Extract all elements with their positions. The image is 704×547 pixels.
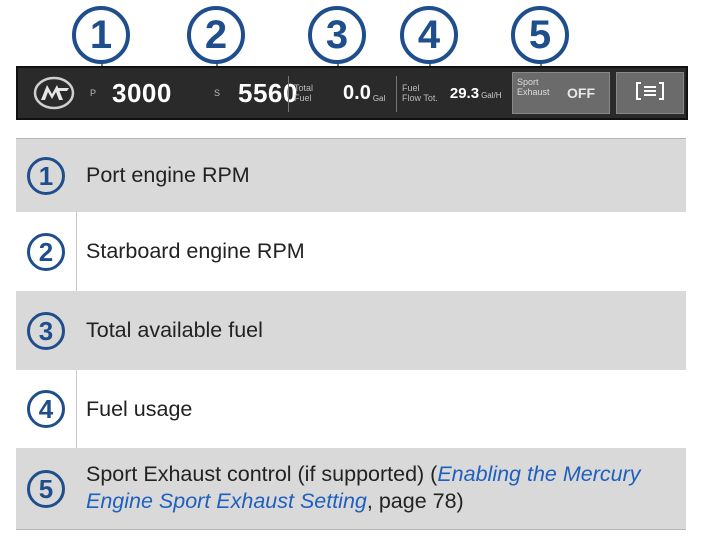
port-rpm-segment: P 3000 (90, 68, 172, 118)
legend-number-4: 4 (27, 390, 65, 428)
fuel-flow-label-2: Flow Tot. (402, 93, 438, 103)
sport-label-2: Exhaust (517, 87, 550, 97)
divider (16, 529, 686, 530)
total-fuel-label-1: Total (294, 83, 314, 93)
total-fuel-value: 0.0 (343, 81, 371, 104)
total-fuel-label-2: Fuel (294, 93, 312, 103)
fuel-flow-value: 29.3 (449, 84, 480, 102)
divider (76, 370, 77, 448)
legend-row: 4 Fuel usage (16, 370, 686, 448)
callout-1: 1 (72, 6, 130, 64)
legend-text-3: Total available fuel (86, 318, 263, 342)
fuel-flow-unit: Gal/H (481, 90, 502, 100)
total-fuel-unit: Gal (372, 93, 386, 103)
legend-row: 5 Sport Exhaust control (if supported) (… (16, 448, 686, 530)
callout-3: 3 (308, 6, 366, 64)
legend-number-1: 1 (27, 156, 65, 195)
starboard-rpm-segment: S 5560 (214, 68, 298, 118)
callout-2: 2 (187, 6, 245, 64)
separator (396, 76, 397, 112)
menu-button[interactable] (616, 72, 684, 114)
starboard-label: S (214, 88, 221, 98)
mercury-logo-icon (28, 72, 80, 114)
callout-5: 5 (511, 6, 569, 64)
legend-row: 2 Starboard engine RPM (16, 212, 686, 291)
divider (76, 212, 77, 291)
legend-table: 1 Port engine RPM 2 Starboard engine RPM… (16, 138, 686, 530)
legend-number-cell: 5 (16, 448, 76, 530)
legend-text-5-before: Sport Exhaust control (if supported) ( (86, 462, 438, 486)
legend-text-4: Fuel usage (86, 396, 193, 421)
legend-text-5-after: , page 78) (366, 489, 464, 513)
total-fuel-segment: Total Fuel 0.0 Gal (294, 68, 385, 118)
legend-text-2: Starboard engine RPM (86, 239, 305, 263)
legend-number-cell: 4 (16, 370, 76, 448)
port-label: P (90, 88, 97, 98)
sport-label-1: Sport (517, 77, 539, 87)
legend-row: 1 Port engine RPM (16, 139, 686, 212)
legend-number-2: 2 (27, 232, 65, 271)
legend-number-cell: 2 (16, 212, 76, 291)
port-rpm-value: 3000 (112, 77, 172, 108)
sport-exhaust-state: OFF (567, 85, 595, 101)
legend-number-cell: 3 (16, 291, 76, 370)
legend-text-5: Sport Exhaust control (if supported) (En… (76, 448, 686, 530)
legend-row: 3 Total available fuel (16, 291, 686, 370)
legend-number-5: 5 (27, 470, 65, 508)
legend-text-1: Port engine RPM (86, 163, 250, 187)
legend-number-cell: 1 (16, 139, 76, 212)
menu-icon (635, 81, 665, 106)
engine-data-bar: P 3000 S 5560 Total Fuel 0.0 Gal Fuel Fl… (16, 66, 688, 120)
fuel-flow-label-1: Fuel (402, 83, 420, 93)
separator (288, 76, 289, 112)
sport-exhaust-button[interactable]: Sport Exhaust OFF (512, 72, 610, 114)
callout-row: 1 2 3 4 5 (0, 0, 704, 76)
legend-number-3: 3 (27, 311, 65, 350)
fuel-flow-segment: Fuel Flow Tot. 29.3 Gal/H (402, 68, 502, 118)
callout-4: 4 (400, 6, 458, 64)
